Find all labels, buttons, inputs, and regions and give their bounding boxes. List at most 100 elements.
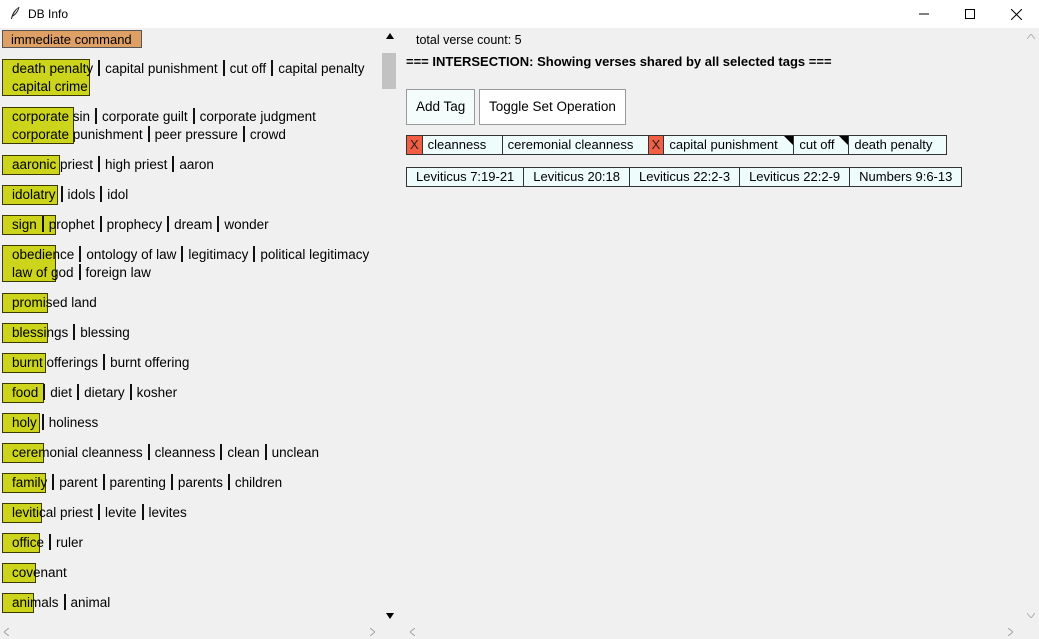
tag-label[interactable]: corporate judgment	[200, 109, 316, 124]
selected-tag-chip[interactable]: ceremonial cleanness	[503, 136, 649, 154]
tag-label[interactable]: cleanness	[155, 445, 216, 460]
tag-label[interactable]: covenant	[12, 565, 67, 580]
scroll-up-icon[interactable]	[1027, 34, 1035, 39]
immediate-command-button[interactable]: immediate command	[2, 30, 142, 48]
tag-separator	[192, 108, 195, 124]
tag-label[interactable]: children	[235, 475, 282, 490]
tag-separator	[141, 504, 144, 520]
left-scroll-thumb[interactable]	[382, 53, 396, 89]
tag-label[interactable]: legitimacy	[188, 247, 248, 262]
tag-label[interactable]: promised land	[12, 295, 97, 310]
verse-reference[interactable]: Numbers 9:6-13	[850, 168, 961, 186]
tag-label[interactable]: levitical priest	[12, 505, 93, 520]
tag-separator	[49, 534, 52, 550]
tag-label[interactable]: ontology of law	[86, 247, 176, 262]
tag-separator	[147, 126, 150, 142]
scroll-up-icon[interactable]	[386, 33, 394, 39]
selected-tag-label: capital punishment	[669, 137, 778, 152]
tag-label[interactable]: unclean	[272, 445, 319, 460]
minimize-button[interactable]	[901, 0, 947, 28]
left-vertical-scrollbar[interactable]	[382, 29, 398, 623]
remove-tag-button[interactable]: X	[407, 136, 423, 154]
tag-label[interactable]: capital penalty	[278, 61, 364, 76]
tag-label[interactable]: peer pressure	[155, 127, 238, 142]
tag-label[interactable]: levites	[149, 505, 187, 520]
tag-label[interactable]: crowd	[250, 127, 286, 142]
tag-label[interactable]: obedience	[12, 247, 74, 262]
tag-label[interactable]: holiness	[49, 415, 99, 430]
tag-label[interactable]: corporate punishment	[12, 127, 143, 142]
tag-label[interactable]: parent	[59, 475, 97, 490]
scroll-down-icon[interactable]	[1027, 613, 1035, 618]
tag-label[interactable]: idolatry	[12, 187, 56, 202]
tag-label[interactable]: holy	[12, 415, 37, 430]
tag-label[interactable]: burnt offerings	[12, 355, 98, 370]
tag-label[interactable]: parents	[178, 475, 223, 490]
selected-tag-chip[interactable]: cut off	[794, 136, 850, 154]
right-horizontal-scrollbar[interactable]	[398, 624, 1039, 639]
tag-label[interactable]: corporate sin	[12, 109, 90, 124]
tag-label[interactable]: office	[12, 535, 44, 550]
tag-label[interactable]: capital punishment	[105, 61, 218, 76]
tag-label[interactable]: ceremonial cleanness	[12, 445, 143, 460]
tag-label[interactable]: animal	[71, 595, 111, 610]
tag-label[interactable]: aaron	[179, 157, 214, 172]
tag-label[interactable]: political legitimacy	[260, 247, 369, 262]
tag-label[interactable]: capital crime	[12, 79, 88, 94]
toggle-set-operation-button[interactable]: Toggle Set Operation	[479, 89, 626, 125]
close-button[interactable]	[993, 0, 1039, 28]
scroll-down-icon[interactable]	[386, 613, 394, 619]
tag-separator	[73, 324, 76, 340]
tag-label[interactable]: foreign law	[86, 265, 151, 280]
tag-label[interactable]: animals	[12, 595, 59, 610]
verse-reference[interactable]: Leviticus 7:19-21	[407, 168, 525, 186]
verse-reference[interactable]: Leviticus 20:18	[524, 168, 631, 186]
tag-list-pane[interactable]: immediate command death penalty capital p…	[0, 29, 382, 623]
maximize-button[interactable]	[947, 0, 993, 28]
tag-label[interactable]: sign	[12, 217, 37, 232]
tag-label[interactable]: prophet	[49, 217, 95, 232]
tag-label[interactable]: blessing	[80, 325, 130, 340]
tag-label[interactable]: aaronic priest	[12, 157, 93, 172]
tag-separator	[98, 60, 101, 76]
add-tag-button[interactable]: Add Tag	[406, 89, 476, 125]
tag-label[interactable]: dream	[174, 217, 212, 232]
tag-label[interactable]: food	[12, 385, 38, 400]
title-bar: DB Info	[0, 0, 1039, 28]
tag-label[interactable]: diet	[50, 385, 72, 400]
left-horizontal-scrollbar[interactable]	[0, 624, 398, 639]
remove-tag-button[interactable]: X	[648, 136, 665, 154]
maximize-icon	[965, 9, 975, 19]
tag-label[interactable]: idols	[68, 187, 96, 202]
tag-label[interactable]: high priest	[105, 157, 167, 172]
verse-reference[interactable]: Leviticus 22:2-3	[630, 168, 741, 186]
scroll-right-icon[interactable]	[370, 628, 375, 636]
tag-label[interactable]: law of god	[12, 265, 74, 280]
tag-label[interactable]: burnt offering	[110, 355, 189, 370]
tag-label[interactable]: kosher	[137, 385, 178, 400]
tag-label[interactable]: cut off	[230, 61, 267, 76]
tag-label[interactable]: clean	[227, 445, 259, 460]
tag-label[interactable]: parenting	[110, 475, 166, 490]
selected-tag-chip[interactable]: cleanness	[423, 136, 503, 154]
tag-label[interactable]: corporate guilt	[102, 109, 188, 124]
tag-label[interactable]: idol	[107, 187, 128, 202]
tag-label[interactable]: dietary	[84, 385, 125, 400]
scroll-left-icon[interactable]	[410, 628, 415, 636]
scroll-right-icon[interactable]	[1008, 628, 1013, 636]
feather-icon	[11, 6, 20, 19]
right-vertical-scrollbar[interactable]	[1022, 29, 1039, 623]
selected-tag-chip[interactable]: capital punishment	[664, 136, 795, 154]
selected-tag-chip[interactable]: death penalty	[849, 136, 946, 154]
tag-label[interactable]: prophecy	[107, 217, 163, 232]
tag-label[interactable]: family	[12, 475, 47, 490]
tag-label[interactable]: wonder	[224, 217, 268, 232]
scroll-left-icon[interactable]	[4, 628, 9, 636]
verse-reference[interactable]: Leviticus 22:2-9	[740, 168, 851, 186]
tag-label[interactable]: death penalty	[12, 61, 93, 76]
tag-separator	[41, 216, 44, 232]
tag-label[interactable]: blessings	[12, 325, 68, 340]
tag-line: promised land	[12, 294, 97, 312]
tag-label[interactable]: ruler	[56, 535, 83, 550]
tag-label[interactable]: levite	[105, 505, 137, 520]
